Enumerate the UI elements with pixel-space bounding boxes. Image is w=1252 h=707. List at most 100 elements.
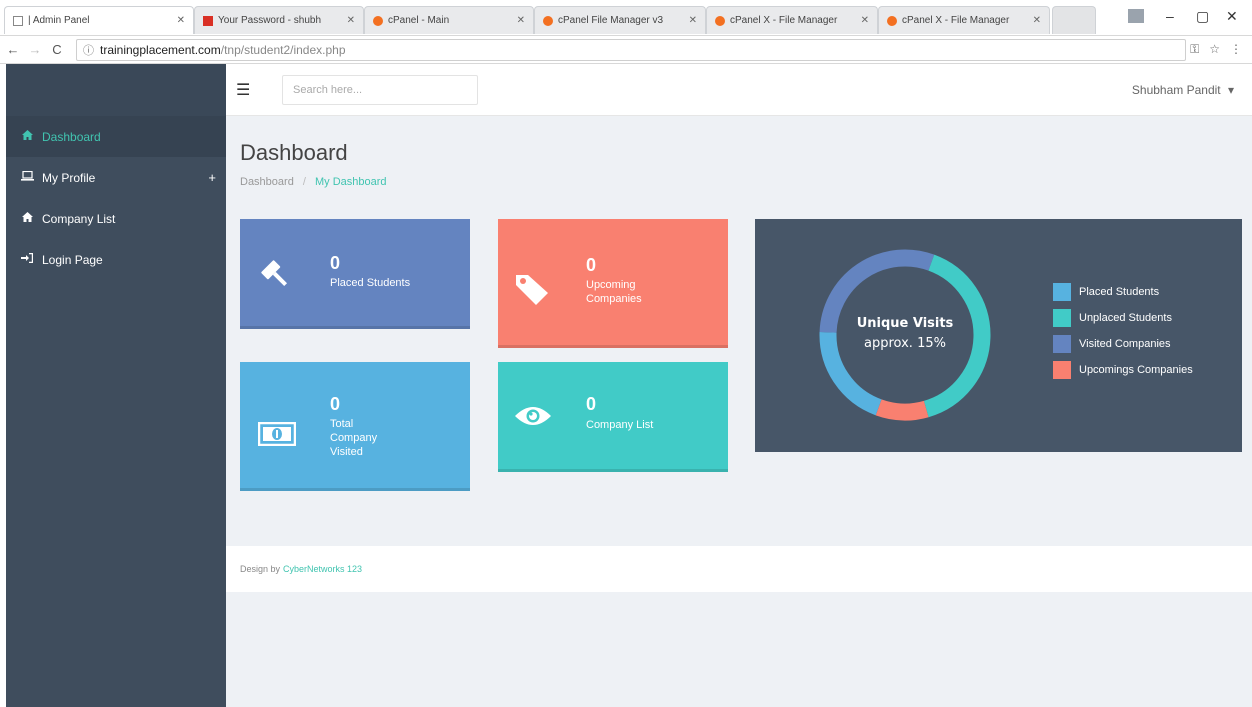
stat-label: Upcoming Companies	[586, 279, 642, 305]
close-icon[interactable]: ✕	[177, 15, 185, 26]
maximize-icon[interactable]: ▢	[1196, 8, 1209, 25]
legend-label: Unplaced Students	[1079, 312, 1172, 324]
legend-swatch	[1053, 335, 1071, 353]
key-icon[interactable]: ⚿	[1190, 42, 1199, 57]
forward-icon[interactable]: →	[26, 42, 44, 57]
legend-label: Placed Students	[1079, 286, 1160, 298]
stat-label: Placed Students	[330, 277, 411, 289]
gmail-icon	[203, 15, 213, 26]
close-icon[interactable]: ✕	[347, 15, 355, 26]
stat-card-company-list[interactable]: 0 Company List	[498, 362, 728, 472]
breadcrumb: Dashboard / My Dashboard	[240, 176, 387, 188]
browser-tab[interactable]: cPanel X - File Manager ✕	[878, 6, 1050, 34]
browser-tab-title: | Admin Panel	[28, 15, 90, 26]
browser-tab-title: cPanel X - File Manager	[730, 15, 838, 26]
stat-label: Company List	[586, 419, 654, 431]
close-window-icon[interactable]: ✕	[1226, 8, 1238, 25]
close-icon[interactable]: ✕	[861, 15, 869, 26]
browser-tab-title: cPanel File Manager v3	[558, 15, 664, 26]
main-content: Dashboard Dashboard / My Dashboard 0 Pla…	[226, 116, 1252, 707]
stat-card-placed-students[interactable]: 0 Placed Students	[240, 219, 470, 329]
chart-center-subtitle: approx. 15%	[864, 336, 946, 351]
user-menu[interactable]: Shubham Pandit ▾	[1132, 83, 1234, 97]
url-path: /tnp/student2/index.php	[220, 42, 346, 57]
breadcrumb-separator: /	[302, 176, 306, 188]
chevron-down-icon: ▾	[1227, 82, 1234, 97]
admin-app: Dashboard My Profile + Company List Logi…	[6, 64, 1252, 707]
search-input[interactable]	[282, 74, 478, 105]
browser-tab[interactable]: | Admin Panel ✕	[4, 6, 194, 34]
page-footer: Design by CyberNetworks 123	[226, 546, 1252, 592]
donut-slice-upcomings-companies	[875, 399, 929, 421]
legend-label: Upcomings Companies	[1079, 364, 1193, 376]
cpanel-icon	[887, 15, 897, 26]
sidebar-item-my-profile[interactable]: My Profile +	[6, 157, 226, 198]
reload-icon[interactable]: C	[48, 42, 66, 57]
unique-visits-donut-chart	[819, 249, 991, 421]
expand-icon[interactable]: +	[208, 170, 216, 185]
new-tab-button[interactable]	[1052, 6, 1096, 34]
sidebar-item-login-page[interactable]: Login Page	[6, 239, 226, 280]
page-title: Dashboard	[240, 140, 348, 165]
laptop-icon	[20, 170, 34, 184]
menu-toggle-icon[interactable]: ☰	[236, 80, 260, 100]
footer-link[interactable]: CyberNetworks 123	[283, 564, 362, 574]
sidebar-item-dashboard[interactable]: Dashboard	[6, 116, 226, 157]
browser-tab-title: cPanel - Main	[388, 15, 450, 26]
profile-icon[interactable]	[1128, 9, 1144, 23]
stat-value: 0	[586, 394, 597, 414]
url-field[interactable]: ⓘ trainingplacement.com /tnp/student2/in…	[76, 38, 1186, 61]
menu-icon[interactable]: ⋮	[1230, 42, 1242, 57]
chart-center-title: Unique Visits	[856, 316, 954, 331]
cpanel-icon	[543, 15, 553, 26]
breadcrumb-current[interactable]: My Dashboard	[315, 176, 387, 188]
star-icon[interactable]: ☆	[1209, 42, 1220, 57]
money-icon	[257, 421, 297, 452]
close-icon[interactable]: ✕	[1033, 15, 1041, 26]
close-icon[interactable]: ✕	[689, 15, 697, 26]
unique-visits-chart-panel: Unique Visits approx. 15% Placed Student…	[755, 219, 1242, 452]
minimize-icon[interactable]: –	[1166, 8, 1174, 24]
legend-swatch	[1053, 283, 1071, 301]
sidebar-item-label: Company List	[42, 211, 116, 226]
legend-swatch	[1053, 309, 1071, 327]
sidebar-item-label: Dashboard	[42, 129, 101, 144]
cpanel-icon	[373, 15, 383, 26]
gavel-icon	[258, 257, 292, 297]
breadcrumb-root[interactable]: Dashboard	[240, 176, 294, 188]
legend-item: Visited Companies	[1053, 335, 1171, 353]
stat-card-total-company-visited[interactable]: 0 Total Company Visited	[240, 362, 470, 491]
sidebar: Dashboard My Profile + Company List Logi…	[6, 64, 226, 707]
address-bar-actions: ⚿ ☆ ⋮	[1190, 42, 1242, 57]
legend-item: Upcomings Companies	[1053, 361, 1193, 379]
sidebar-header	[6, 64, 226, 116]
stat-label: Total Company Visited	[330, 418, 378, 458]
sidebar-item-label: Login Page	[42, 252, 103, 267]
stat-value: 0	[330, 253, 341, 273]
legend-item: Placed Students	[1053, 283, 1159, 301]
home-icon	[20, 130, 34, 143]
top-bar: ☰ Shubham Pandit ▾	[226, 64, 1252, 116]
sign-in-icon	[20, 253, 34, 266]
url-host: trainingplacement.com	[100, 42, 221, 57]
browser-tab[interactable]: cPanel - Main ✕	[364, 6, 534, 34]
legend-item: Unplaced Students	[1053, 309, 1172, 327]
legend-label: Visited Companies	[1079, 338, 1171, 350]
page-icon	[13, 15, 23, 26]
browser-tab[interactable]: cPanel File Manager v3 ✕	[534, 6, 706, 34]
info-icon: ⓘ	[83, 44, 94, 57]
home-icon	[20, 212, 34, 225]
browser-tab-title: cPanel X - File Manager	[902, 15, 1010, 26]
address-bar: ← → C ⓘ trainingplacement.com /tnp/stude…	[0, 36, 1252, 64]
sidebar-item-company-list[interactable]: Company List	[6, 198, 226, 239]
sidebar-item-label: My Profile	[42, 170, 96, 185]
footer-text: Design by	[240, 564, 281, 574]
close-icon[interactable]: ✕	[517, 15, 525, 26]
back-icon[interactable]: ←	[4, 42, 22, 57]
tag-icon	[514, 271, 552, 313]
legend-swatch	[1053, 361, 1071, 379]
browser-tab[interactable]: Your Password - shubh ✕	[194, 6, 364, 34]
user-name: Shubham Pandit	[1131, 82, 1221, 97]
browser-tab[interactable]: cPanel X - File Manager ✕	[706, 6, 878, 34]
stat-card-upcoming-companies[interactable]: 0 Upcoming Companies	[498, 219, 728, 348]
